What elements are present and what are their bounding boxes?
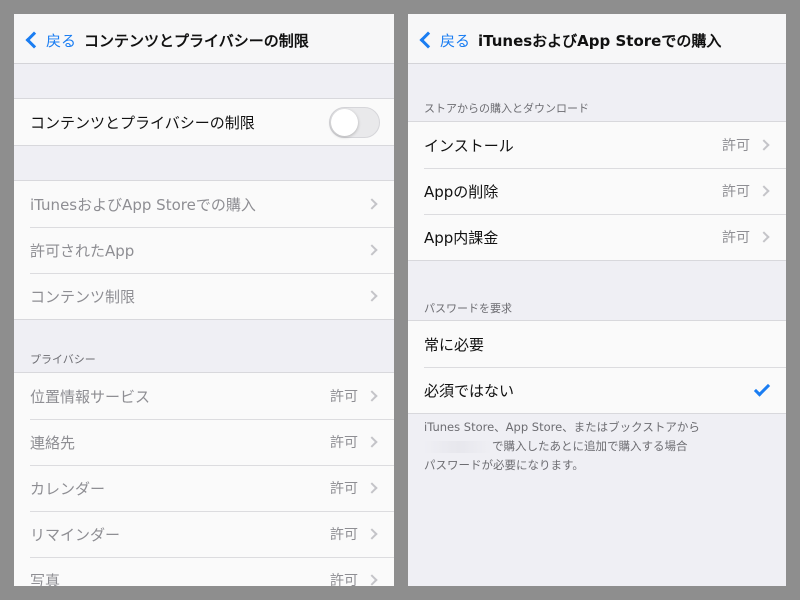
list-item-in-app-purchase[interactable]: App内課金 許可: [408, 214, 786, 260]
section-header-password: パスワードを要求: [424, 302, 512, 315]
back-label: 戻る: [440, 31, 471, 50]
toggle-label: コンテンツとプライバシーの制限: [30, 113, 255, 132]
chevron-left-icon: [25, 31, 43, 49]
password-group: 常に必要 必須ではない: [408, 320, 786, 414]
back-button[interactable]: 戻る: [418, 28, 470, 52]
chevron-left-icon: [419, 31, 437, 49]
chevron-right-icon: [758, 185, 770, 197]
row-label: 必須ではない: [424, 381, 515, 400]
left-screen: 戻る コンテンツとプライバシーの制限 コンテンツとプライバシーの制限 iTune…: [14, 14, 394, 586]
row-value: 許可: [330, 573, 358, 586]
privacy-group: 位置情報サービス 許可 連絡先 許可 カレンダー 許可 リマインダー 許可 写真…: [14, 372, 394, 586]
chevron-right-icon: [366, 290, 378, 302]
restrictions-group: iTunesおよびApp Storeでの購入 許可されたApp コンテンツ制限: [14, 180, 394, 320]
row-label: リマインダー: [30, 525, 121, 544]
row-label: インストール: [424, 136, 514, 155]
navigation-bar: 戻る iTunesおよびApp Storeでの購入: [408, 14, 786, 64]
row-value: 許可: [330, 527, 358, 543]
chevron-right-icon: [366, 574, 378, 586]
footer-line-2-text: で購入したあとに追加で購入する場合: [492, 439, 688, 453]
list-item-reminders[interactable]: リマインダー 許可: [14, 511, 394, 557]
chevron-right-icon: [366, 244, 378, 256]
list-item-install[interactable]: インストール 許可: [408, 122, 786, 168]
row-label: App内課金: [424, 228, 499, 247]
list-item-calendar[interactable]: カレンダー 許可: [14, 465, 394, 511]
back-button[interactable]: 戻る: [24, 28, 76, 52]
chevron-right-icon: [366, 436, 378, 448]
footer-line-2: で購入したあとに追加で購入する場合: [424, 437, 770, 456]
list-item-delete-app[interactable]: Appの削除 許可: [408, 168, 786, 214]
row-label: 連絡先: [30, 433, 76, 452]
row-label: iTunesおよびApp Storeでの購入: [30, 195, 256, 214]
back-label: 戻る: [46, 31, 77, 50]
toggle-row: コンテンツとプライバシーの制限: [14, 99, 394, 145]
redacted-blur: [424, 440, 492, 453]
page-title: iTunesおよびApp Storeでの購入: [478, 32, 722, 50]
content-privacy-toggle[interactable]: [329, 106, 380, 138]
navigation-bar: 戻る コンテンツとプライバシーの制限: [14, 14, 394, 64]
chevron-right-icon: [366, 390, 378, 402]
footer-note: iTunes Store、App Store、またはブックストアから で購入した…: [424, 418, 770, 475]
right-screen: 戻る iTunesおよびApp Storeでの購入 ストアからの購入とダウンロー…: [408, 14, 786, 586]
list-item-photos[interactable]: 写真 許可: [14, 557, 394, 586]
row-value: 許可: [722, 138, 750, 154]
footer-line-1: iTunes Store、App Store、またはブックストアから: [424, 420, 700, 434]
chevron-right-icon: [758, 231, 770, 243]
list-item-itunes-purchases[interactable]: iTunesおよびApp Storeでの購入: [14, 181, 394, 227]
section-header-store: ストアからの購入とダウンロード: [424, 102, 589, 115]
row-value: 許可: [330, 389, 358, 405]
chevron-right-icon: [758, 139, 770, 151]
row-value: 許可: [330, 435, 358, 451]
list-item-allowed-apps[interactable]: 許可されたApp: [14, 227, 394, 273]
section-header-privacy: プライバシー: [30, 353, 96, 366]
footer-line-3: パスワードが必要になります。: [424, 458, 584, 472]
row-value: 許可: [722, 230, 750, 246]
row-label: カレンダー: [30, 479, 106, 498]
page-title: コンテンツとプライバシーの制限: [84, 32, 309, 50]
row-value: 許可: [330, 481, 358, 497]
store-group: インストール 許可 Appの削除 許可 App内課金 許可: [408, 121, 786, 261]
chevron-right-icon: [366, 528, 378, 540]
row-label: 許可されたApp: [30, 241, 135, 260]
toggle-knob: [331, 108, 358, 136]
list-item-content-restrictions[interactable]: コンテンツ制限: [14, 273, 394, 319]
toggle-group: コンテンツとプライバシーの制限: [14, 98, 394, 146]
row-label: 位置情報サービス: [30, 387, 151, 406]
chevron-right-icon: [366, 198, 378, 210]
row-label: 写真: [30, 571, 61, 587]
list-item-location[interactable]: 位置情報サービス 許可: [14, 373, 394, 419]
option-not-required[interactable]: 必須ではない: [408, 367, 786, 413]
list-item-contacts[interactable]: 連絡先 許可: [14, 419, 394, 465]
chevron-right-icon: [366, 482, 378, 494]
row-value: 許可: [722, 184, 750, 200]
row-label: コンテンツ制限: [30, 287, 136, 306]
row-label: Appの削除: [424, 182, 499, 201]
option-always-require[interactable]: 常に必要: [408, 321, 786, 367]
row-label: 常に必要: [424, 335, 485, 354]
